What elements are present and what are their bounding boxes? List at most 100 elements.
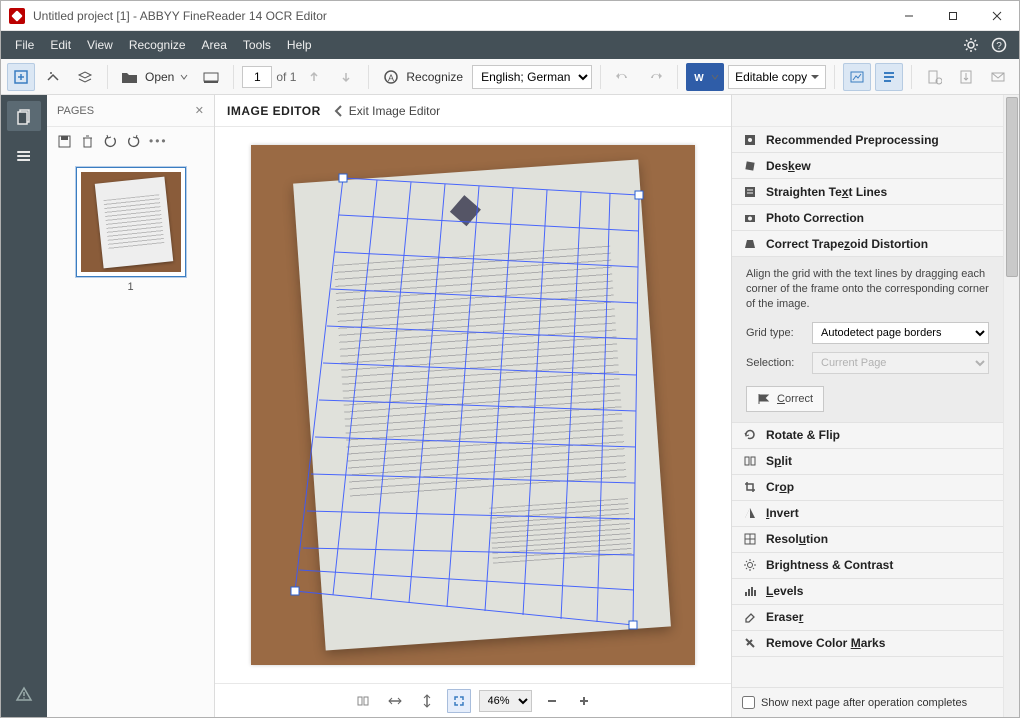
- fit-horizontal-icon[interactable]: [383, 689, 407, 713]
- layers-button[interactable]: [71, 63, 99, 91]
- acc-remove-marks[interactable]: Remove Color Marks: [732, 631, 1003, 657]
- zoom-select[interactable]: 46%: [479, 690, 532, 712]
- redo-button[interactable]: [641, 63, 669, 91]
- acc-photo[interactable]: Photo Correction: [732, 205, 1003, 231]
- acc-resolution[interactable]: Resolution: [732, 527, 1003, 553]
- editable-copy-select[interactable]: Editable copy: [728, 65, 826, 89]
- acc-trapezoid[interactable]: Correct Trapezoid Distortion: [732, 231, 1003, 257]
- recognize-button[interactable]: A Recognize: [377, 63, 468, 91]
- rotate-cw-icon[interactable]: [126, 134, 141, 149]
- exit-image-editor-button[interactable]: Exit Image Editor: [333, 104, 440, 118]
- warnings-icon[interactable]: [7, 679, 41, 709]
- acc-eraser[interactable]: Eraser: [732, 605, 1003, 631]
- more-icon[interactable]: •••: [149, 134, 168, 148]
- send-to-button[interactable]: [920, 63, 948, 91]
- selection-select: Current Page: [812, 352, 989, 374]
- right-panel: Recommended Preprocessing Deskew Straigh…: [731, 95, 1003, 717]
- menu-view[interactable]: View: [79, 31, 121, 59]
- page-of-text: of 1: [276, 70, 296, 84]
- menu-area[interactable]: Area: [194, 31, 235, 59]
- menu-help[interactable]: Help: [279, 31, 320, 59]
- fit-vertical-icon[interactable]: [415, 689, 439, 713]
- menu-recognize[interactable]: Recognize: [121, 31, 194, 59]
- zoom-out-button[interactable]: [540, 689, 564, 713]
- brightness-icon: [742, 557, 758, 573]
- selection-label: Selection:: [746, 357, 804, 369]
- page-thumbnail[interactable]: [76, 167, 186, 277]
- resolution-icon: [742, 531, 758, 547]
- left-gutter: [1, 95, 47, 717]
- page-thumbnail-label: 1: [127, 281, 133, 293]
- edit-image-button[interactable]: [843, 63, 871, 91]
- delete-page-icon[interactable]: [80, 134, 95, 149]
- grid-handle-tl[interactable]: [339, 174, 348, 183]
- grid-handle-tr[interactable]: [635, 191, 644, 200]
- svg-text:W: W: [694, 73, 704, 84]
- save-button[interactable]: [952, 63, 980, 91]
- split-icon: [742, 453, 758, 469]
- fit-page-icon[interactable]: [447, 689, 471, 713]
- vertical-scrollbar[interactable]: [1003, 95, 1019, 717]
- zoom-in-button[interactable]: [572, 689, 596, 713]
- toolbar: Open of 1 A Recognize English; German W …: [1, 59, 1019, 95]
- close-button[interactable]: [975, 1, 1019, 31]
- maximize-button[interactable]: [931, 1, 975, 31]
- fit-width-icon[interactable]: [351, 689, 375, 713]
- acc-invert[interactable]: Invert: [732, 501, 1003, 527]
- acc-rotate[interactable]: Rotate & Flip: [732, 423, 1003, 449]
- open-button[interactable]: Open: [116, 63, 193, 91]
- minimize-button[interactable]: [887, 1, 931, 31]
- show-next-page-checkbox[interactable]: [742, 696, 755, 709]
- app-icon: [9, 8, 25, 24]
- trap-help-text: Align the grid with the text lines by dr…: [746, 267, 989, 312]
- undo-button[interactable]: [609, 63, 637, 91]
- menu-edit[interactable]: Edit: [42, 31, 79, 59]
- panel-pages-icon[interactable]: [7, 101, 41, 131]
- zoom-bar: 46%: [215, 683, 731, 717]
- svg-text:A: A: [388, 73, 394, 83]
- read-order-button[interactable]: [875, 63, 903, 91]
- menu-tools[interactable]: Tools: [235, 31, 279, 59]
- scan-button[interactable]: [197, 63, 225, 91]
- next-page-button[interactable]: [332, 63, 360, 91]
- title-bar: Untitled project [1] - ABBYY FineReader …: [1, 1, 1019, 31]
- target-app-button[interactable]: W: [686, 63, 724, 91]
- acc-crop[interactable]: Crop: [732, 475, 1003, 501]
- image-editor-title: IMAGE EDITOR: [227, 104, 321, 118]
- close-pages-panel-button[interactable]: ✕: [195, 104, 204, 117]
- settings-icon[interactable]: [957, 31, 985, 59]
- pages-panel: PAGES ✕ ••• 1: [47, 95, 215, 717]
- grid-handle-bl[interactable]: [291, 587, 300, 596]
- panel-batch-icon[interactable]: [7, 141, 41, 171]
- acc-split[interactable]: Split: [732, 449, 1003, 475]
- acc-trapezoid-body: Align the grid with the text lines by dr…: [732, 257, 1003, 423]
- remove-marks-icon: [742, 635, 758, 651]
- save-pages-icon[interactable]: [57, 134, 72, 149]
- acc-brightness[interactable]: Brightness & Contrast: [732, 553, 1003, 579]
- acc-straighten[interactable]: Straighten Text Lines: [732, 179, 1003, 205]
- prev-page-button[interactable]: [300, 63, 328, 91]
- rotate-ccw-icon[interactable]: [103, 134, 118, 149]
- deskew-icon: [742, 158, 758, 174]
- rotate-icon: [742, 427, 758, 443]
- eraser-icon: [742, 609, 758, 625]
- send-email-button[interactable]: [984, 63, 1012, 91]
- show-next-page-label: Show next page after operation completes: [761, 697, 967, 709]
- correct-button[interactable]: Correct: [746, 386, 824, 412]
- menu-file[interactable]: File: [7, 31, 42, 59]
- editor-canvas[interactable]: [251, 145, 695, 665]
- acc-levels[interactable]: Levels: [732, 579, 1003, 605]
- grid-type-select[interactable]: Autodetect page borders: [812, 322, 989, 344]
- acc-recommended[interactable]: Recommended Preprocessing: [732, 127, 1003, 153]
- levels-icon: [742, 583, 758, 599]
- languages-select[interactable]: English; German: [472, 65, 592, 89]
- camera-icon: [742, 210, 758, 226]
- new-task-button[interactable]: [7, 63, 35, 91]
- straighten-icon: [742, 184, 758, 200]
- pages-panel-title: PAGES: [57, 105, 94, 117]
- acc-deskew[interactable]: Deskew: [732, 153, 1003, 179]
- help-icon[interactable]: ?: [985, 31, 1013, 59]
- grid-handle-br[interactable]: [629, 621, 638, 630]
- page-number-input[interactable]: [242, 66, 272, 88]
- add-pages-button[interactable]: [39, 63, 67, 91]
